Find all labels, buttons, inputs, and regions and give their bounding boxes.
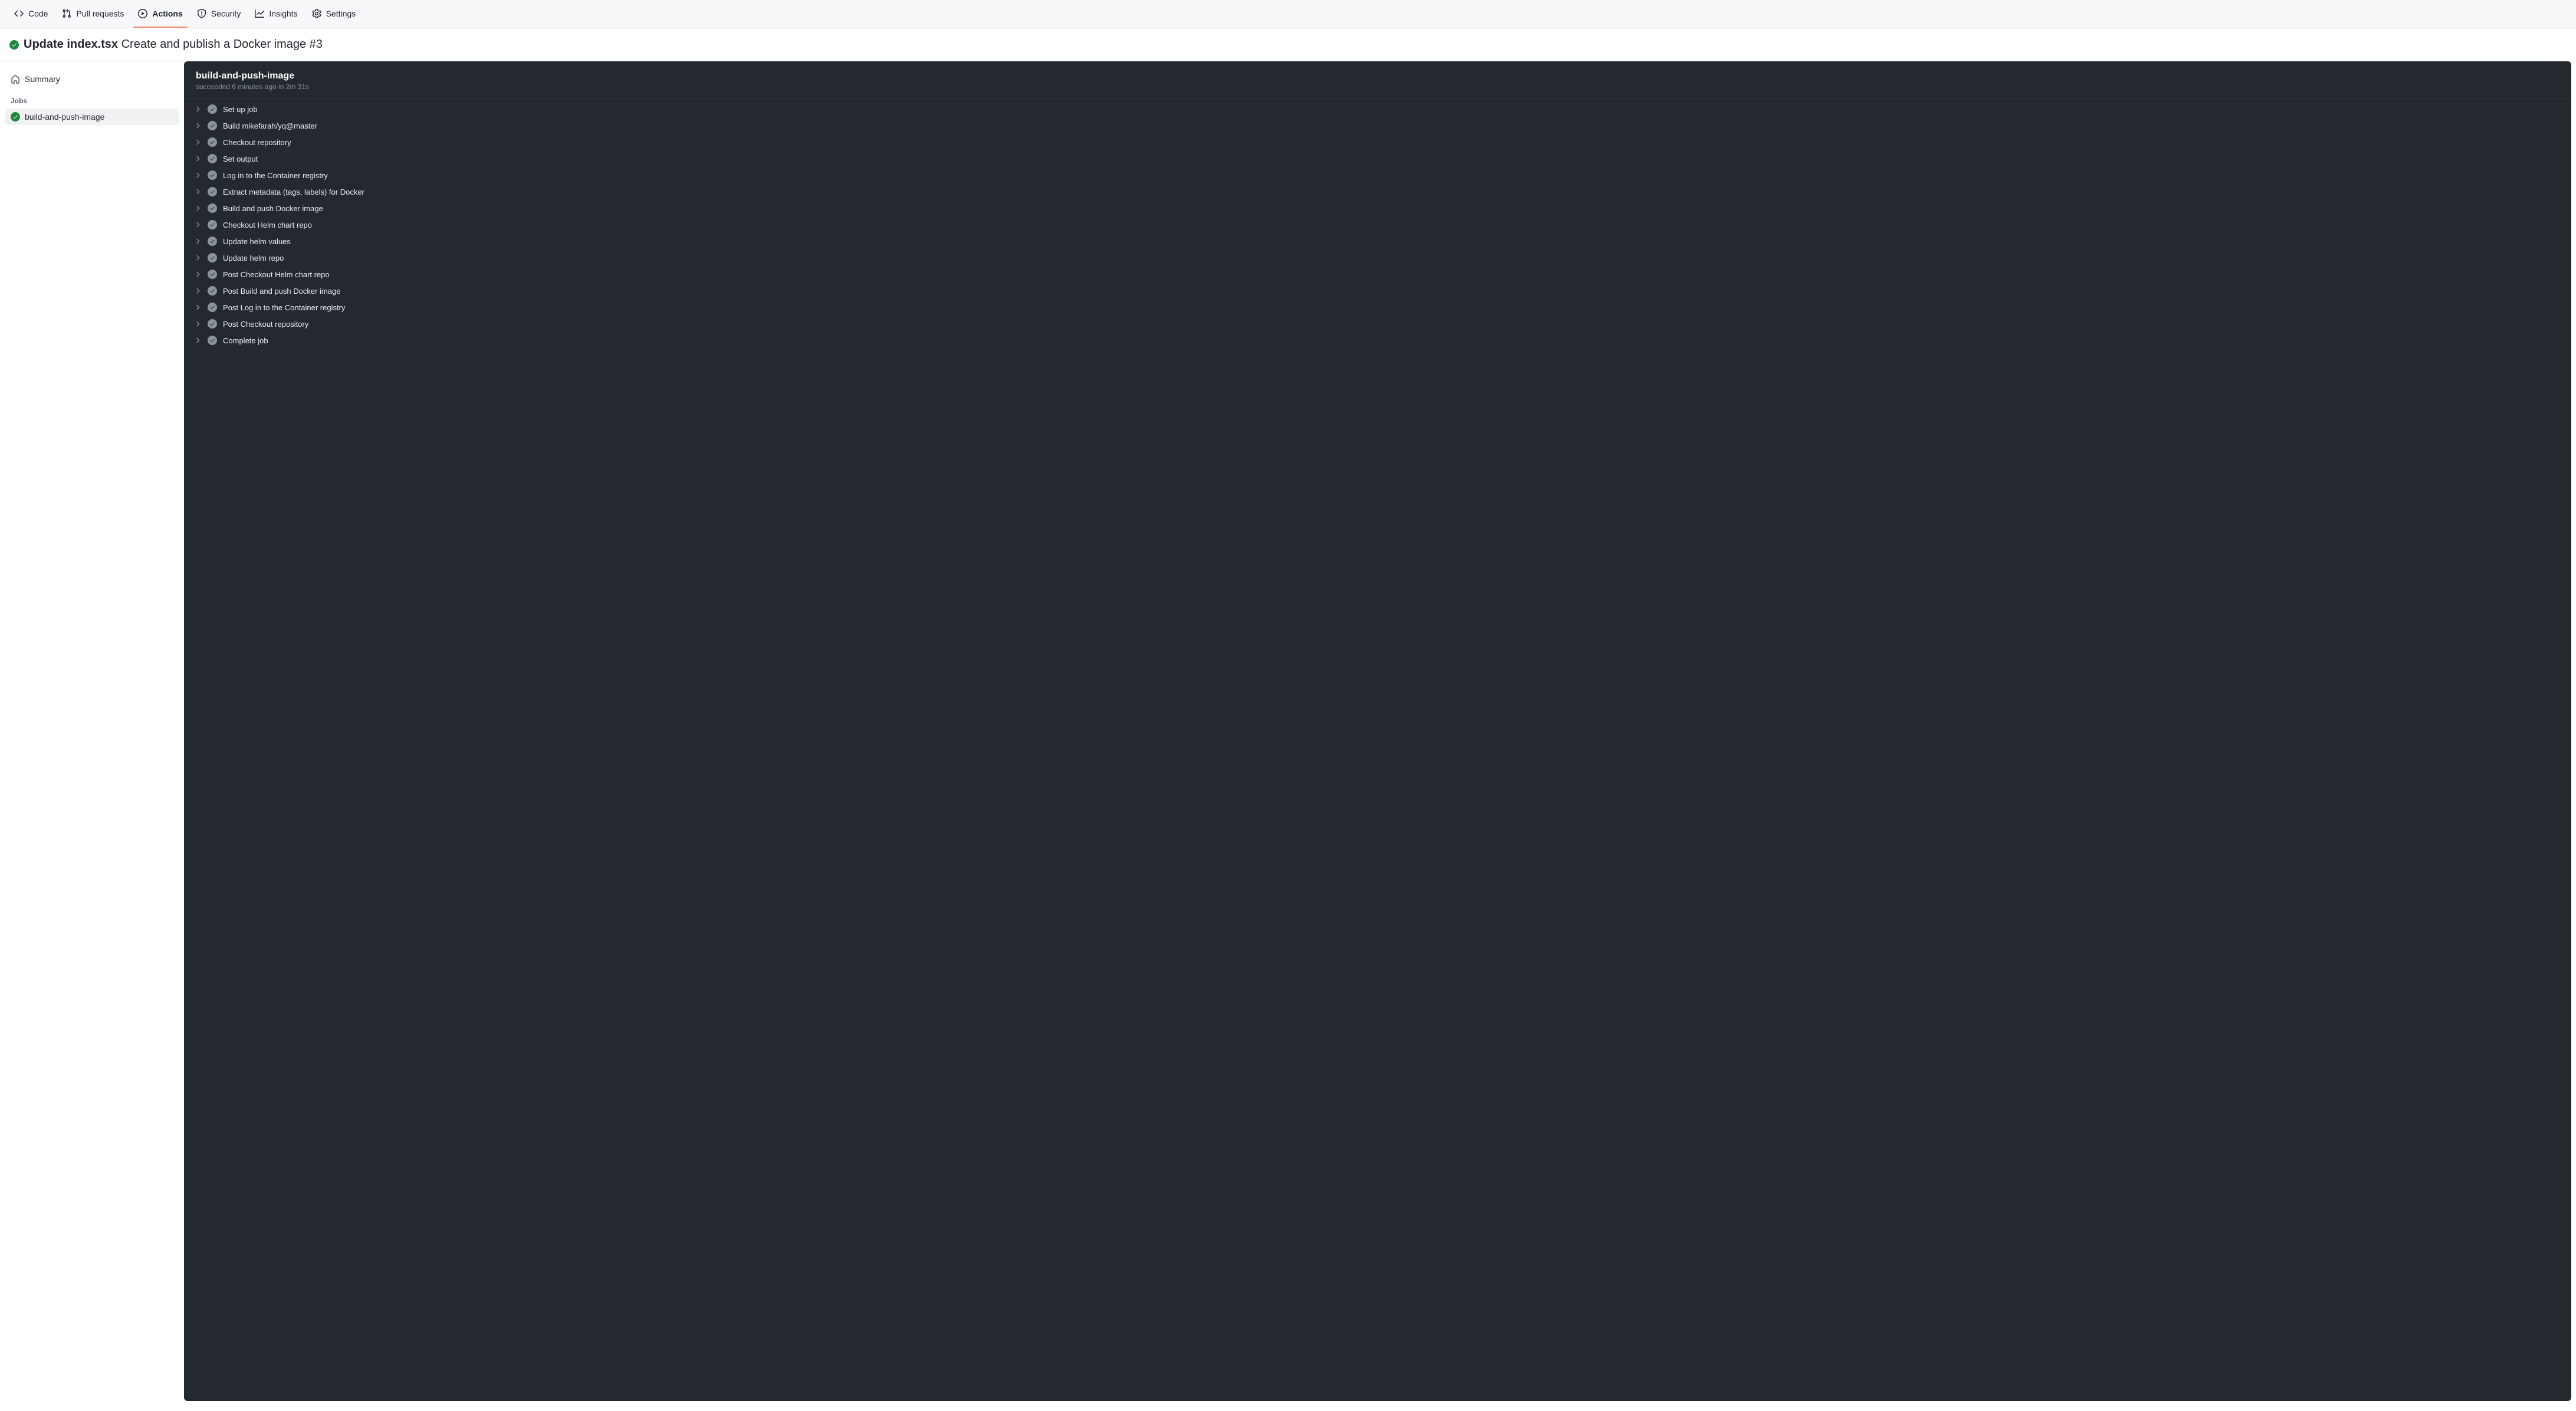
code-icon — [14, 9, 24, 18]
steps-list: Set up job Build mikefarah/yq@master Check… — [184, 99, 2571, 351]
step-name: Build mikefarah/yq@master — [223, 122, 317, 130]
step-status-success-icon — [208, 154, 217, 163]
step-row[interactable]: Update helm repo — [184, 250, 2571, 266]
step-name: Set output — [223, 155, 258, 163]
chevron-right-icon — [193, 320, 202, 328]
step-row[interactable]: Checkout repository — [184, 134, 2571, 150]
step-status-success-icon — [208, 104, 217, 114]
step-name: Post Log in to the Container registry — [223, 303, 345, 312]
job-panel: build-and-push-image succeeded 6 minutes… — [184, 61, 2571, 1401]
sidebar-item-label: build-and-push-image — [25, 112, 104, 122]
nav-tab-label: Insights — [269, 9, 297, 18]
step-status-success-icon — [208, 253, 217, 262]
chevron-right-icon — [193, 204, 202, 212]
step-status-success-icon — [208, 237, 217, 246]
play-icon — [138, 9, 147, 18]
step-name: Checkout repository — [223, 138, 291, 147]
chevron-right-icon — [193, 188, 202, 196]
step-row[interactable]: Post Checkout repository — [184, 316, 2571, 332]
job-title: build-and-push-image — [196, 71, 2559, 81]
chevron-right-icon — [193, 221, 202, 229]
shield-icon — [197, 9, 206, 18]
job-subtitle: succeeded 6 minutes ago in 2m 31s — [196, 83, 2559, 91]
content: Summary Jobs build-and-push-image build-… — [0, 61, 2576, 1406]
step-name: Post Build and push Docker image — [223, 287, 340, 296]
nav-tab-code[interactable]: Code — [9, 0, 52, 28]
step-status-success-icon — [208, 170, 217, 180]
run-title-strong: Update index.tsx — [24, 38, 118, 51]
chevron-right-icon — [193, 237, 202, 245]
step-name: Checkout Helm chart repo — [223, 221, 312, 229]
nav-tab-insights[interactable]: Insights — [250, 0, 302, 28]
nav-tab-label: Code — [28, 9, 48, 18]
step-name: Build and push Docker image — [223, 204, 323, 213]
step-row[interactable]: Set output — [184, 150, 2571, 167]
nav-tab-label: Security — [211, 9, 241, 18]
step-row[interactable]: Log in to the Container registry — [184, 167, 2571, 183]
chevron-right-icon — [193, 122, 202, 130]
step-row[interactable]: Update helm values — [184, 233, 2571, 250]
step-status-success-icon — [208, 220, 217, 229]
step-row[interactable]: Post Checkout Helm chart repo — [184, 266, 2571, 283]
nav-tab-actions[interactable]: Actions — [133, 0, 187, 28]
sidebar-item-label: Summary — [25, 74, 60, 84]
step-name: Extract metadata (tags, labels) for Dock… — [223, 188, 364, 196]
step-status-success-icon — [208, 303, 217, 312]
step-row[interactable]: Build and push Docker image — [184, 200, 2571, 216]
chevron-right-icon — [193, 171, 202, 179]
chevron-right-icon — [193, 254, 202, 262]
step-name: Update helm values — [223, 237, 291, 246]
sidebar: Summary Jobs build-and-push-image — [0, 61, 184, 1406]
step-row[interactable]: Post Build and push Docker image — [184, 283, 2571, 299]
step-status-success-icon — [208, 286, 217, 296]
sidebar-jobs-heading: Jobs — [5, 87, 179, 109]
step-name: Log in to the Container registry — [223, 171, 328, 180]
chevron-right-icon — [193, 155, 202, 163]
chevron-right-icon — [193, 270, 202, 278]
chevron-right-icon — [193, 138, 202, 146]
git-pull-request-icon — [62, 9, 71, 18]
job-header: build-and-push-image succeeded 6 minutes… — [184, 61, 2571, 99]
step-status-success-icon — [208, 270, 217, 279]
step-status-success-icon — [208, 204, 217, 213]
run-header: Update index.tsx Create and publish a Do… — [0, 28, 2576, 61]
step-name: Complete job — [223, 336, 268, 345]
run-title-rest: Create and publish a Docker image #3 — [121, 38, 323, 51]
step-status-success-icon — [208, 121, 217, 130]
step-name: Update helm repo — [223, 254, 284, 262]
step-name: Post Checkout repository — [223, 320, 308, 329]
nav-tab-label: Actions — [152, 9, 182, 18]
run-title: Update index.tsx Create and publish a Do… — [24, 38, 323, 51]
nav-tab-label: Settings — [326, 9, 356, 18]
sidebar-item-summary[interactable]: Summary — [5, 71, 179, 87]
graph-icon — [255, 9, 264, 18]
step-row[interactable]: Complete job — [184, 332, 2571, 349]
step-row[interactable]: Post Log in to the Container registry — [184, 299, 2571, 316]
step-status-success-icon — [208, 137, 217, 147]
step-row[interactable]: Build mikefarah/yq@master — [184, 117, 2571, 134]
step-status-success-icon — [208, 319, 217, 329]
step-name: Set up job — [223, 105, 258, 114]
chevron-right-icon — [193, 287, 202, 295]
step-name: Post Checkout Helm chart repo — [223, 270, 330, 279]
step-row[interactable]: Set up job — [184, 101, 2571, 117]
nav-tab-security[interactable]: Security — [192, 0, 246, 28]
step-row[interactable]: Checkout Helm chart repo — [184, 216, 2571, 233]
step-status-success-icon — [208, 187, 217, 196]
chevron-right-icon — [193, 336, 202, 344]
step-status-success-icon — [208, 336, 217, 345]
main: build-and-push-image succeeded 6 minutes… — [184, 61, 2576, 1406]
status-success-icon — [9, 40, 19, 50]
chevron-right-icon — [193, 303, 202, 311]
sidebar-item-job[interactable]: build-and-push-image — [5, 109, 179, 125]
home-icon — [11, 74, 20, 84]
nav-tab-label: Pull requests — [76, 9, 124, 18]
repo-nav: Code Pull requests Actions Security Insi… — [0, 0, 2576, 28]
chevron-right-icon — [193, 105, 202, 113]
nav-tab-pulls[interactable]: Pull requests — [57, 0, 129, 28]
gear-icon — [312, 9, 321, 18]
status-success-icon — [11, 112, 20, 122]
step-row[interactable]: Extract metadata (tags, labels) for Dock… — [184, 183, 2571, 200]
nav-tab-settings[interactable]: Settings — [307, 0, 361, 28]
